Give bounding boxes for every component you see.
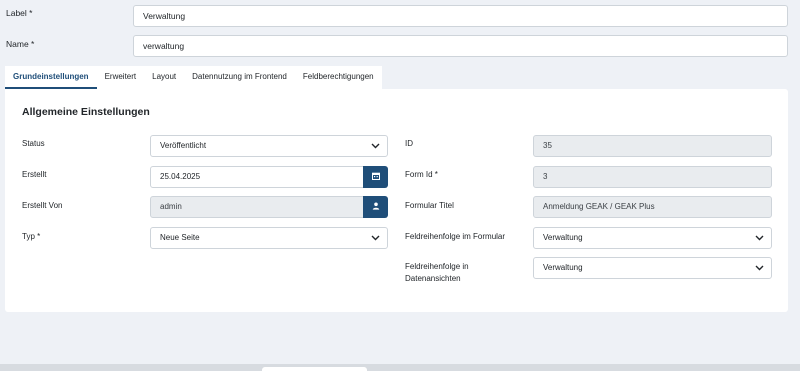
label-input[interactable]: Verwaltung bbox=[133, 5, 788, 27]
name-input[interactable]: verwaltung bbox=[133, 35, 788, 57]
tab-layout[interactable]: Layout bbox=[144, 66, 185, 89]
erstellt-von-value: admin bbox=[160, 202, 182, 211]
feldreihenfolge-daten-label-line1: Feldreihenfolge in bbox=[405, 262, 469, 271]
feldreihenfolge-formular-label: Feldreihenfolge im Formular bbox=[405, 232, 506, 241]
erstellt-von-input: admin bbox=[150, 196, 364, 218]
chevron-down-icon bbox=[747, 258, 771, 278]
feldreihenfolge-daten-label: Feldreihenfolge in Datenansichten bbox=[405, 261, 469, 285]
typ-value: Neue Seite bbox=[160, 233, 200, 242]
panel-title: Allgemeine Einstellungen bbox=[22, 106, 150, 118]
tab-datennutzung[interactable]: Datennutzung im Frontend bbox=[184, 66, 295, 89]
typ-select[interactable]: Neue Seite bbox=[150, 227, 388, 249]
form-id-label: Form Id * bbox=[405, 170, 438, 179]
user-icon bbox=[372, 202, 380, 212]
feldreihenfolge-formular-value: Verwaltung bbox=[543, 233, 583, 242]
form-id-input: 3 bbox=[533, 166, 772, 188]
feldreihenfolge-daten-value: Verwaltung bbox=[543, 263, 583, 272]
tab-bar: Grundeinstellungen Erweitert Layout Date… bbox=[5, 66, 382, 89]
erstellt-date-input[interactable]: 25.04.2025 bbox=[150, 166, 364, 188]
footer-bar bbox=[0, 364, 800, 371]
formular-titel-label: Formular Titel bbox=[405, 201, 454, 210]
tab-feldberechtigungen[interactable]: Feldberechtigungen bbox=[294, 66, 382, 89]
feldreihenfolge-formular-select[interactable]: Verwaltung bbox=[533, 227, 772, 249]
footer-button[interactable] bbox=[262, 367, 367, 371]
label-field-label: Label * bbox=[6, 8, 33, 18]
formular-titel-input: Anmeldung GEAK / GEAK Plus bbox=[533, 196, 772, 218]
status-select[interactable]: Veröffentlicht bbox=[150, 135, 388, 157]
id-value: 35 bbox=[543, 141, 552, 150]
feldreihenfolge-daten-label-line2: Datenansichten bbox=[405, 274, 461, 283]
erstellt-label: Erstellt bbox=[22, 170, 47, 179]
chevron-down-icon bbox=[363, 228, 387, 248]
chevron-down-icon bbox=[747, 228, 771, 248]
erstellt-value: 25.04.2025 bbox=[160, 172, 201, 181]
tab-erweitert[interactable]: Erweitert bbox=[96, 66, 145, 89]
chevron-down-icon bbox=[363, 136, 387, 156]
tab-grundeinstellungen[interactable]: Grundeinstellungen bbox=[5, 66, 97, 89]
calendar-button[interactable] bbox=[363, 166, 388, 188]
calendar-icon bbox=[371, 172, 380, 182]
feldreihenfolge-daten-select[interactable]: Verwaltung bbox=[533, 257, 772, 279]
formular-titel-value: Anmeldung GEAK / GEAK Plus bbox=[543, 202, 655, 211]
status-value: Veröffentlicht bbox=[160, 141, 207, 150]
user-select-button[interactable] bbox=[363, 196, 388, 218]
id-input: 35 bbox=[533, 135, 772, 157]
erstellt-von-label: Erstellt Von bbox=[22, 201, 63, 210]
status-label: Status bbox=[22, 139, 45, 148]
typ-label: Typ * bbox=[22, 232, 41, 241]
form-id-value: 3 bbox=[543, 172, 548, 181]
name-field-label: Name * bbox=[6, 39, 35, 49]
id-label: ID bbox=[405, 139, 413, 148]
settings-panel: Allgemeine Einstellungen Status Veröffen… bbox=[5, 89, 788, 312]
